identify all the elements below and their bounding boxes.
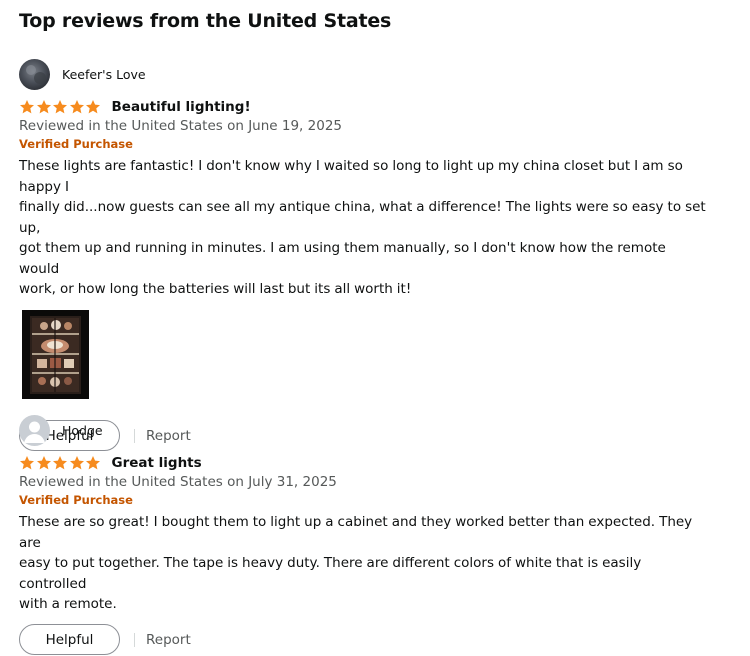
review-body-line: finally did...now guests can see all my …: [19, 199, 706, 236]
divider: [134, 632, 135, 647]
star-icon: [36, 100, 51, 114]
review-body-line: with a remote.: [19, 596, 117, 612]
star-icon: [53, 100, 67, 114]
review-body: These are so great! I bought them to lig…: [19, 512, 709, 615]
review-body: These lights are fantastic! I don't know…: [19, 156, 709, 300]
review-image-thumbnail[interactable]: [22, 309, 89, 399]
star-icon: [36, 456, 51, 470]
star-rating[interactable]: [19, 99, 102, 115]
star-icon: [20, 100, 34, 114]
report-link[interactable]: Report: [146, 632, 191, 648]
reviewer-name[interactable]: Hodge: [62, 423, 103, 438]
reviewer-avatar[interactable]: [19, 414, 50, 446]
star-icon: [53, 456, 67, 470]
reviewer-profile[interactable]: Hodge: [19, 414, 719, 446]
star-rating[interactable]: [19, 455, 102, 471]
verified-purchase-badge: Verified Purchase: [19, 137, 133, 151]
review-card: Keefer's Love Beautiful lighting! Review…: [19, 58, 719, 452]
review-date: Reviewed in the United States on July 31…: [19, 474, 337, 490]
star-icon: [69, 100, 84, 114]
reviewer-name[interactable]: Keefer's Love: [62, 67, 146, 82]
star-icon: [86, 456, 100, 470]
review-body-line: These are so great! I bought them to lig…: [19, 514, 693, 551]
review-body-line: got them up and running in minutes. I am…: [19, 240, 666, 277]
review-date: Reviewed in the United States on June 19…: [19, 118, 342, 134]
star-icon: [86, 100, 100, 114]
review-photo: [22, 309, 89, 399]
section-heading: Top reviews from the United States: [19, 10, 392, 32]
star-icon: [69, 456, 84, 470]
default-user-avatar-icon: [19, 414, 50, 446]
review-body-line: work, or how long the batteries will las…: [19, 281, 412, 297]
review-title[interactable]: Great lights: [112, 455, 202, 471]
reviewer-avatar[interactable]: [19, 58, 50, 90]
reviews-panel: Top reviews from the United States Keefe…: [0, 0, 750, 655]
review-card: Hodge Great lights Reviewed in the Unite…: [19, 414, 719, 656]
reviewer-profile[interactable]: Keefer's Love: [19, 58, 719, 90]
star-icon: [20, 456, 34, 470]
user-photo-avatar-icon: [19, 58, 50, 90]
review-body-line: These lights are fantastic! I don't know…: [19, 158, 683, 195]
verified-purchase-badge: Verified Purchase: [19, 493, 133, 507]
review-body-line: easy to put together. The tape is heavy …: [19, 555, 642, 592]
review-title[interactable]: Beautiful lighting!: [112, 99, 251, 115]
